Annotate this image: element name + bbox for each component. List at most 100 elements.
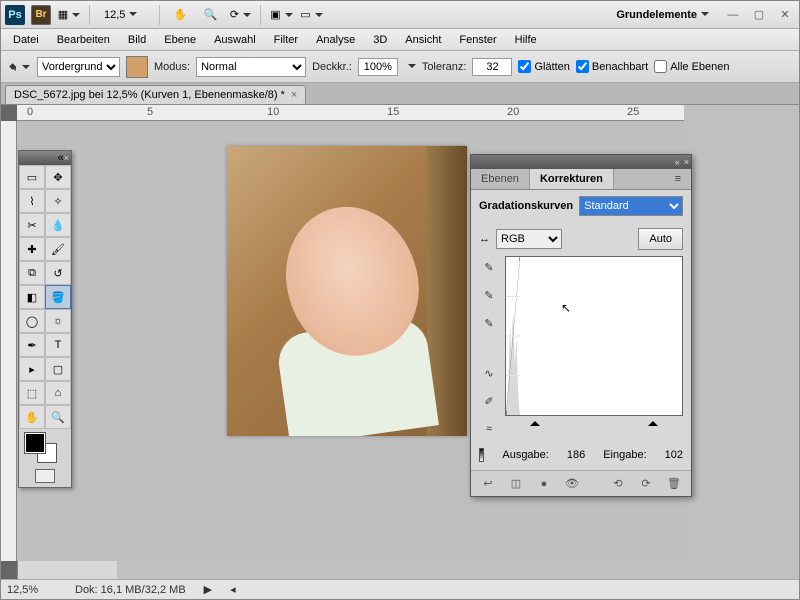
menu-datei[interactable]: Datei <box>5 31 47 49</box>
rotate-view-icon[interactable]: ⟳ <box>228 4 252 26</box>
shape-tool-icon[interactable]: ▢ <box>45 357 71 381</box>
zoom-level-dropdown[interactable]: 12,5 <box>98 7 151 23</box>
previous-state-icon[interactable]: ⟲ <box>609 475 627 493</box>
bucket-tool-icon[interactable]: 🪣 <box>45 285 71 309</box>
screen-mode-icon[interactable]: ▭ <box>299 4 323 26</box>
panel-tabs: Ebenen Korrekturen ≡ <box>471 169 691 190</box>
foreground-background-colors[interactable] <box>19 429 71 465</box>
tolerance-input[interactable] <box>472 58 512 76</box>
bridge-logo-icon[interactable]: Br <box>31 5 51 25</box>
wand-tool-icon[interactable]: ✧ <box>45 189 71 213</box>
tab-korrekturen[interactable]: Korrekturen <box>530 169 614 189</box>
zoom-tool-icon[interactable]: 🔍 <box>198 4 222 26</box>
menu-filter[interactable]: Filter <box>266 31 306 49</box>
panel-menu-icon[interactable]: ≡ <box>665 169 691 189</box>
tool-preset-picker[interactable] <box>7 56 31 78</box>
curve-edit-mode-icon[interactable]: ∿ <box>480 364 498 382</box>
modus-label: Modus: <box>154 61 190 73</box>
maximize-button[interactable]: ▢ <box>749 7 769 23</box>
auto-button[interactable]: Auto <box>638 228 683 250</box>
close-icon[interactable]: × <box>684 157 689 167</box>
stamp-tool-icon[interactable]: ⧉ <box>19 261 45 285</box>
pencil-mode-icon[interactable]: ✐ <box>480 392 498 410</box>
close-tab-icon[interactable]: × <box>291 89 297 101</box>
hand-tool-icon[interactable]: ✋ <box>168 4 192 26</box>
menu-bild[interactable]: Bild <box>120 31 154 49</box>
menu-auswahl[interactable]: Auswahl <box>206 31 264 49</box>
menu-analyse[interactable]: Analyse <box>308 31 363 49</box>
workspace-name: Grundelemente <box>616 9 697 21</box>
pen-tool-icon[interactable]: ✒ <box>19 333 45 357</box>
blur-tool-icon[interactable]: ◯ <box>19 309 45 333</box>
lasso-tool-icon[interactable]: ⌇ <box>19 189 45 213</box>
contiguous-checkbox[interactable]: Benachbart <box>576 60 648 73</box>
output-value: 186 <box>567 449 585 461</box>
collapse-icon[interactable]: « <box>675 157 680 167</box>
opacity-label: Deckkr.: <box>312 61 352 73</box>
status-arrow-icon[interactable]: ▶ <box>204 583 212 596</box>
dodge-tool-icon[interactable]: ☼ <box>45 309 71 333</box>
arrange-docs-icon[interactable]: ▣ <box>269 4 293 26</box>
hand-tool-icon[interactable]: ✋ <box>19 405 45 429</box>
opacity-input[interactable] <box>358 58 398 76</box>
white-point-slider[interactable] <box>648 416 658 426</box>
scroll-left-icon[interactable]: ◂ <box>230 583 236 596</box>
blend-mode-select[interactable]: Normal <box>196 57 306 77</box>
close-icon[interactable]: × <box>64 153 69 163</box>
separator <box>260 5 261 25</box>
menu-ebene[interactable]: Ebene <box>156 31 204 49</box>
foreground-color-swatch[interactable] <box>25 433 45 453</box>
on-image-tool-icon[interactable]: ↔ <box>479 233 490 245</box>
all-layers-checkbox[interactable]: Alle Ebenen <box>654 60 729 73</box>
input-slider[interactable] <box>535 416 653 430</box>
document-tab[interactable]: DSC_5672.jpg bei 12,5% (Kurven 1, Ebenen… <box>5 85 306 104</box>
tab-ebenen[interactable]: Ebenen <box>471 169 530 189</box>
eyedropper-tool-icon[interactable]: 💧 <box>45 213 71 237</box>
zoom-tool-icon[interactable]: 🔍 <box>45 405 71 429</box>
smooth-icon[interactable]: ≈ <box>480 420 498 438</box>
workspace-switcher[interactable]: Grundelemente <box>608 5 717 25</box>
curves-graph[interactable]: ↖ <box>505 256 683 416</box>
return-icon[interactable]: ↩ <box>479 475 497 493</box>
status-zoom[interactable]: 12,5% <box>7 584 57 596</box>
3d-tool-icon[interactable]: ⬚ <box>19 381 45 405</box>
fill-source-select[interactable]: Vordergrund <box>37 57 120 77</box>
brush-tool-icon[interactable]: 🖌 <box>45 237 71 261</box>
tools-panel-header[interactable]: «× <box>19 151 71 165</box>
reset-icon[interactable]: ⟳ <box>637 475 655 493</box>
menu-hilfe[interactable]: Hilfe <box>507 31 545 49</box>
close-button[interactable]: ✕ <box>775 7 795 23</box>
menu-ansicht[interactable]: Ansicht <box>397 31 449 49</box>
pattern-swatch[interactable] <box>126 56 148 78</box>
move-tool-icon[interactable]: ✥ <box>45 165 71 189</box>
menu-3d[interactable]: 3D <box>365 31 395 49</box>
crop-tool-icon[interactable]: ✂ <box>19 213 45 237</box>
quick-mask-toggle[interactable] <box>19 465 71 487</box>
marquee-tool-icon[interactable]: ▭ <box>19 165 45 189</box>
3d-camera-tool-icon[interactable]: ⌂ <box>45 381 71 405</box>
expand-view-icon[interactable]: ◫ <box>507 475 525 493</box>
status-bar: 12,5% Dok: 16,1 MB/32,2 MB ▶ ◂ <box>1 579 799 599</box>
document-tab-bar: DSC_5672.jpg bei 12,5% (Kurven 1, Ebenen… <box>1 83 799 105</box>
gray-eyedropper-icon[interactable]: ✎ <box>480 286 498 304</box>
curves-preset-select[interactable]: Standard <box>579 196 683 216</box>
black-point-slider[interactable] <box>530 416 540 426</box>
history-brush-tool-icon[interactable]: ↺ <box>45 261 71 285</box>
channel-select[interactable]: RGB <box>496 229 562 249</box>
panel-header[interactable]: «× <box>471 155 691 169</box>
menu-bearbeiten[interactable]: Bearbeiten <box>49 31 118 49</box>
toggle-visibility-icon[interactable]: 👁 <box>563 475 581 493</box>
heal-tool-icon[interactable]: ✚ <box>19 237 45 261</box>
layout-dropdown[interactable]: ▦ <box>57 4 81 26</box>
opacity-stepper[interactable] <box>404 61 416 73</box>
menu-fenster[interactable]: Fenster <box>451 31 504 49</box>
type-tool-icon[interactable]: T <box>45 333 71 357</box>
trash-icon[interactable]: 🗑 <box>665 475 683 493</box>
minimize-button[interactable]: — <box>723 7 743 23</box>
path-select-tool-icon[interactable]: ▸ <box>19 357 45 381</box>
black-eyedropper-icon[interactable]: ✎ <box>480 258 498 276</box>
clip-to-layer-icon[interactable]: ● <box>535 475 553 493</box>
antialias-checkbox[interactable]: Glätten <box>518 60 569 73</box>
eraser-tool-icon[interactable]: ◧ <box>19 285 45 309</box>
white-eyedropper-icon[interactable]: ✎ <box>480 314 498 332</box>
